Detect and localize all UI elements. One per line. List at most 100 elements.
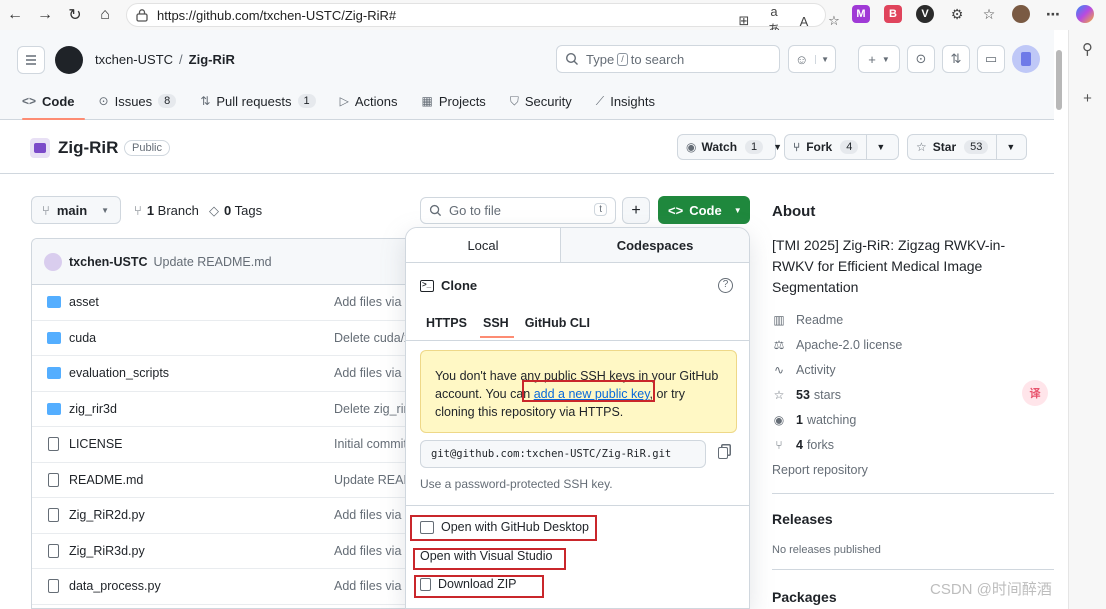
tab-projects[interactable]: ▦ Projects bbox=[422, 92, 496, 118]
forward-icon[interactable]: → bbox=[30, 0, 60, 30]
question-icon[interactable]: ? bbox=[718, 278, 733, 293]
copilot-icon[interactable] bbox=[1076, 5, 1094, 23]
file-row[interactable]: LICENSE Initial commit bbox=[32, 427, 411, 463]
go-to-file-input[interactable]: Go to file t bbox=[420, 197, 616, 224]
file-name[interactable]: evaluation_scripts bbox=[69, 366, 169, 380]
commit-author-avatar[interactable] bbox=[44, 252, 62, 271]
file-row[interactable]: data_process.py Add files via u bbox=[32, 569, 411, 605]
favorites-icon[interactable]: ☆ bbox=[980, 5, 998, 23]
search-input[interactable]: Type / to search bbox=[556, 45, 780, 73]
file-name[interactable]: zig_rir3d bbox=[69, 402, 117, 416]
file-commit-message[interactable]: Add files via u bbox=[334, 508, 411, 522]
file-name[interactable]: LICENSE bbox=[69, 437, 123, 451]
packages-title[interactable]: Packages bbox=[772, 589, 837, 605]
file-name[interactable]: data_process.py bbox=[69, 579, 161, 593]
branches-link[interactable]: ⑂ 1 Branch bbox=[134, 203, 199, 218]
activity-link[interactable]: ∿ Activity bbox=[772, 363, 836, 377]
file-commit-message[interactable]: Add files via u bbox=[334, 366, 411, 380]
translate-fab-icon[interactable]: 译 bbox=[1022, 380, 1048, 406]
inbox-button[interactable]: ▭ bbox=[977, 45, 1005, 73]
home-icon[interactable]: ⌂ bbox=[90, 0, 120, 30]
menu-button[interactable] bbox=[17, 46, 45, 74]
file-commit-message[interactable]: Initial commit bbox=[334, 437, 407, 451]
tab-https[interactable]: HTTPS bbox=[420, 316, 477, 338]
create-new-button[interactable]: + ▼ bbox=[858, 45, 900, 73]
app-available-icon[interactable]: ⊞ bbox=[735, 13, 753, 29]
github-logo-icon[interactable] bbox=[55, 46, 83, 74]
star-button[interactable]: ☆ Star 53 ▼ bbox=[907, 134, 1027, 160]
tab-insights[interactable]: ⟋ Insights bbox=[596, 92, 665, 118]
sidebar-search-icon[interactable]: ⚲ bbox=[1069, 40, 1106, 80]
tab-code[interactable]: <> Code bbox=[22, 92, 85, 120]
tab-local[interactable]: Local bbox=[406, 228, 561, 262]
clone-url-input[interactable]: git@github.com:txchen-USTC/Zig-RiR.git bbox=[420, 440, 706, 468]
file-name[interactable]: cuda bbox=[69, 331, 96, 345]
file-name[interactable]: Zig_RiR2d.py bbox=[69, 508, 145, 522]
file-name[interactable]: Zig_RiR3d.py bbox=[69, 544, 145, 558]
more-menu-icon[interactable]: ⋯ bbox=[1044, 5, 1062, 23]
tab-pull-requests[interactable]: ⇅ Pull requests 1 bbox=[200, 92, 325, 118]
add-file-button[interactable]: + bbox=[622, 197, 650, 224]
branch-selector[interactable]: ⑂ main ▼ bbox=[31, 196, 121, 224]
readme-link[interactable]: ▥ Readme bbox=[772, 313, 843, 327]
file-row[interactable]: cuda Delete cuda/x bbox=[32, 321, 411, 356]
chevron-down-icon[interactable]: ▼ bbox=[996, 135, 1024, 159]
repo-title[interactable]: Zig-RiR bbox=[58, 138, 118, 158]
copilot-button[interactable]: ☺ ▼ bbox=[788, 45, 836, 73]
page-scrollbar[interactable] bbox=[1056, 40, 1064, 605]
site-info-icon[interactable] bbox=[135, 8, 149, 22]
address-bar[interactable]: https://github.com/txchen-USTC/Zig-RiR# bbox=[126, 3, 826, 27]
file-commit-message[interactable]: Add files via u bbox=[334, 544, 411, 558]
code-button[interactable]: <> Code ▼ bbox=[658, 196, 750, 224]
sidebar-add-icon[interactable]: + bbox=[1069, 90, 1106, 130]
report-repository-link[interactable]: Report repository bbox=[772, 463, 868, 477]
repo-link[interactable]: Zig-RiR bbox=[189, 52, 235, 67]
tab-issues[interactable]: ⊙ Issues 8 bbox=[99, 92, 187, 118]
file-name[interactable]: README.md bbox=[69, 473, 143, 487]
file-commit-message[interactable]: Update READM bbox=[334, 473, 411, 487]
issues-button[interactable]: ⊙ bbox=[907, 45, 935, 73]
commit-message[interactable]: Update README.md bbox=[153, 255, 271, 269]
file-commit-message[interactable]: Add files via u bbox=[334, 579, 411, 593]
tab-ssh[interactable]: SSH bbox=[477, 316, 519, 338]
reload-icon[interactable]: ↻ bbox=[60, 0, 90, 30]
file-commit-message[interactable]: Delete zig_rir3 bbox=[334, 402, 411, 416]
stars-link[interactable]: ☆ 53 stars bbox=[772, 388, 841, 402]
back-icon[interactable]: ← bbox=[0, 0, 30, 30]
file-row[interactable]: asset Add files via u bbox=[32, 285, 411, 321]
file-commit-message[interactable]: Delete cuda/x bbox=[334, 331, 410, 345]
file-row[interactable]: Zig_RiR3d.py Add files via u bbox=[32, 534, 411, 569]
file-name[interactable]: asset bbox=[69, 295, 99, 309]
releases-title[interactable]: Releases bbox=[772, 511, 833, 527]
add-public-key-link[interactable]: add a new public key bbox=[534, 387, 650, 401]
file-row[interactable]: Zig_RiR2d.py Add files via u bbox=[32, 498, 411, 534]
file-commit-message[interactable]: Add files via u bbox=[334, 295, 411, 309]
forks-link[interactable]: ⑂ 4 forks bbox=[772, 438, 834, 452]
open-github-desktop-button[interactable]: Open with GitHub Desktop bbox=[420, 520, 589, 534]
pull-requests-button[interactable]: ⇅ bbox=[942, 45, 970, 73]
file-row[interactable]: evaluation_scripts Add files via u bbox=[32, 356, 411, 392]
extensions-puzzle-icon[interactable]: ⚙ bbox=[948, 5, 966, 23]
tab-codespaces[interactable]: Codespaces bbox=[561, 228, 749, 262]
copy-url-button[interactable] bbox=[714, 442, 732, 464]
fork-button[interactable]: ⑂ Fork 4 ▼ bbox=[784, 134, 899, 160]
file-row[interactable]: zig_rir3d Delete zig_rir3 bbox=[32, 392, 411, 427]
scrollbar-thumb[interactable] bbox=[1056, 50, 1062, 110]
repo-owner-avatar[interactable] bbox=[30, 138, 50, 158]
chevron-down-icon[interactable]: ▼ bbox=[866, 135, 894, 159]
tab-actions[interactable]: ▷ Actions bbox=[340, 92, 408, 118]
read-aloud-icon[interactable]: A bbox=[795, 14, 813, 29]
extension-b-icon[interactable]: B bbox=[884, 5, 902, 23]
owner-link[interactable]: txchen-USTC bbox=[95, 52, 173, 67]
watch-button[interactable]: ◉ Watch 1 ▼ bbox=[677, 134, 782, 160]
tab-github-cli[interactable]: GitHub CLI bbox=[519, 316, 600, 338]
license-link[interactable]: ⚖ Apache-2.0 license bbox=[772, 338, 903, 352]
profile-avatar[interactable] bbox=[1012, 5, 1030, 23]
extension-v-icon[interactable]: V bbox=[916, 5, 934, 23]
extension-m-icon[interactable]: M bbox=[852, 5, 870, 23]
tab-security[interactable]: ⛉ Security bbox=[510, 92, 582, 118]
commit-author[interactable]: txchen-USTC bbox=[69, 255, 147, 269]
open-visual-studio-button[interactable]: Open with Visual Studio bbox=[420, 549, 553, 563]
download-zip-button[interactable]: Download ZIP bbox=[420, 577, 517, 591]
favorite-star-icon[interactable]: ☆ bbox=[825, 13, 843, 29]
